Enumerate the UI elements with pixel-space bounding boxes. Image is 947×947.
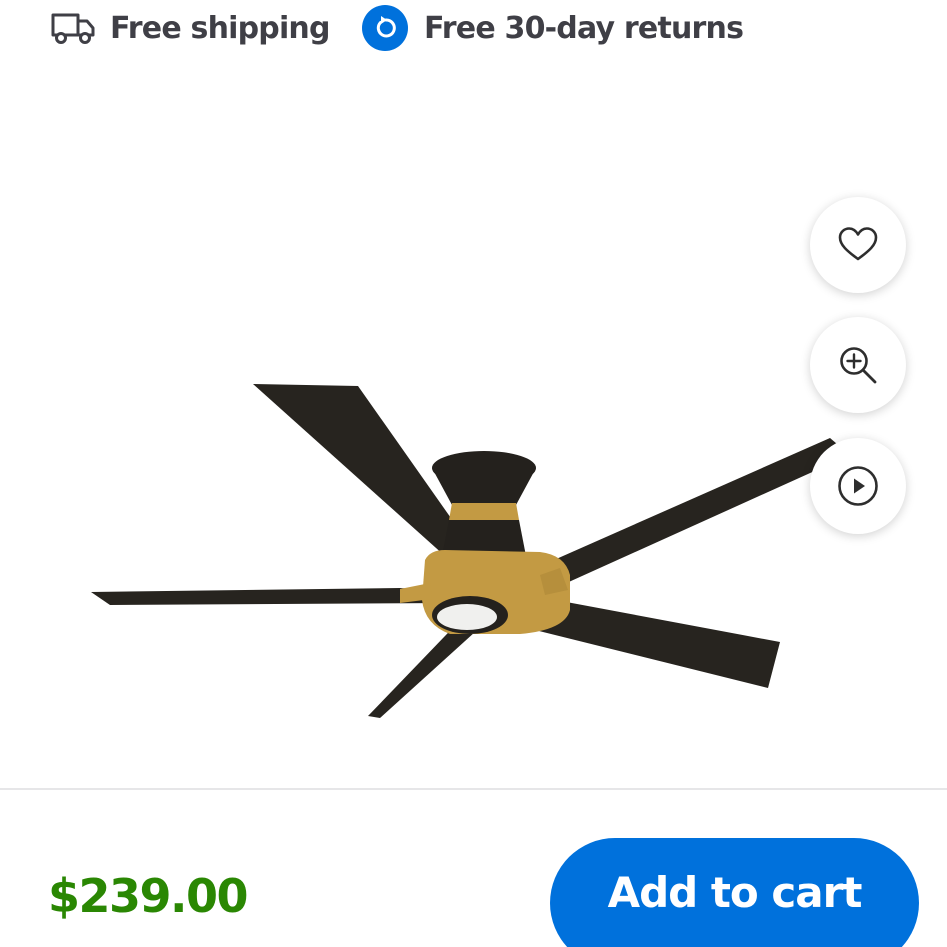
divider bbox=[0, 788, 947, 790]
free-returns-benefit: Free 30-day returns bbox=[362, 0, 744, 56]
zoom-in-icon bbox=[840, 347, 877, 384]
zoom-button[interactable] bbox=[810, 317, 906, 413]
free-returns-label: Free 30-day returns bbox=[424, 10, 744, 46]
truck-icon bbox=[51, 13, 95, 44]
product-image[interactable] bbox=[0, 70, 947, 785]
free-shipping-label: Free shipping bbox=[110, 10, 330, 46]
add-to-cart-button[interactable]: Add to cart bbox=[550, 838, 919, 947]
favorite-button[interactable] bbox=[810, 197, 906, 293]
free-shipping-benefit: Free shipping bbox=[50, 0, 330, 56]
product-page: Free shipping Free 30-day returns $239.0… bbox=[0, 0, 947, 947]
video-button[interactable] bbox=[810, 438, 906, 534]
heart-icon bbox=[838, 227, 878, 261]
benefits-bar: Free shipping Free 30-day returns bbox=[0, 0, 947, 56]
play-icon bbox=[838, 466, 878, 506]
product-price: $239.00 bbox=[48, 869, 249, 923]
returns-icon bbox=[362, 5, 408, 51]
add-to-cart-label: Add to cart bbox=[607, 868, 863, 917]
